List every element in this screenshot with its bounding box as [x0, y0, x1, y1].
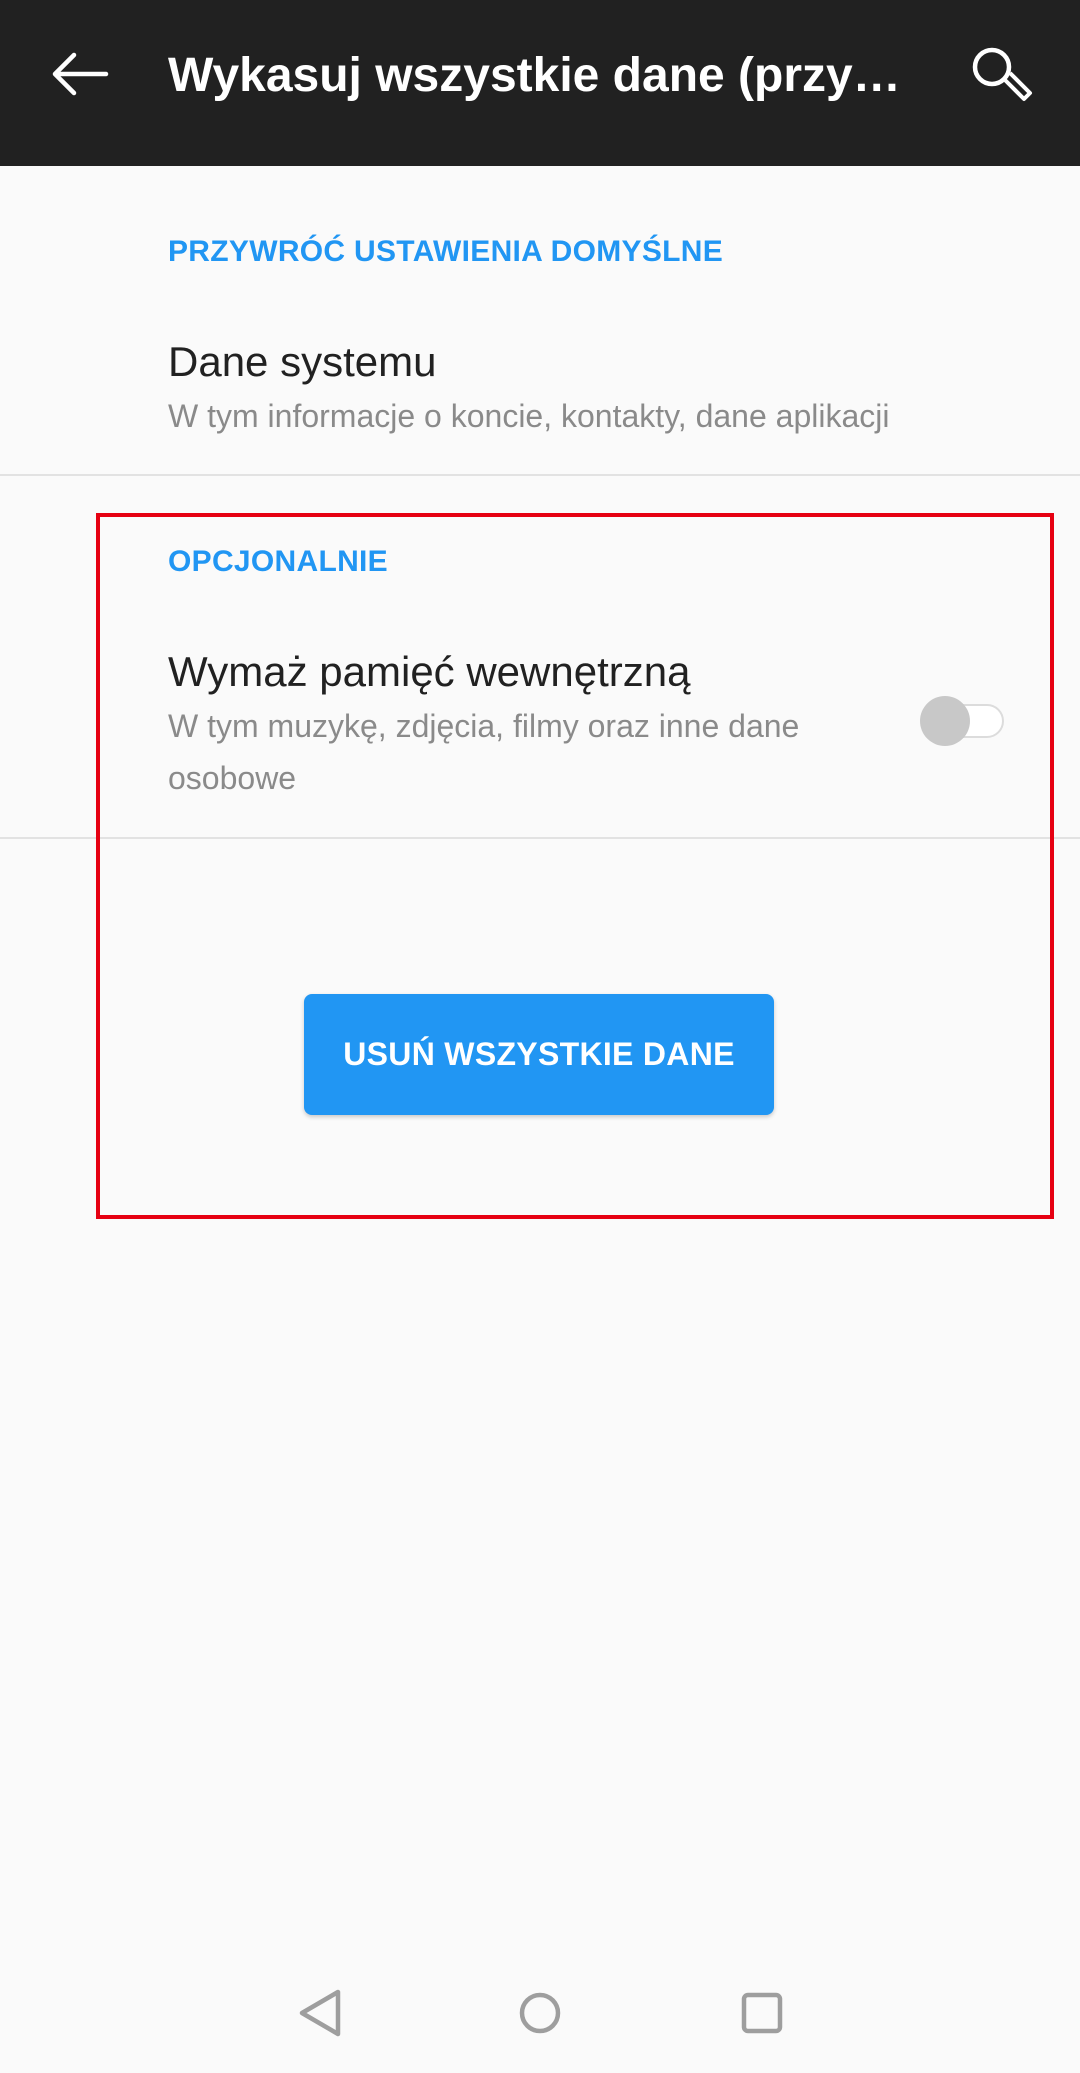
back-button[interactable] [40, 33, 120, 113]
nav-back-triangle-icon [299, 1989, 341, 2037]
search-button[interactable] [960, 36, 1040, 116]
arrow-back-icon [52, 52, 109, 96]
app-bar: Wykasuj wszystkie dane (przywróć ustawie… [0, 0, 1080, 166]
system-data-title: Dane systemu [168, 338, 437, 385]
page-title: Wykasuj wszystkie dane (przywróć ustawie… [168, 49, 918, 102]
nav-recents-button[interactable] [727, 1978, 797, 2048]
search-icon [972, 47, 1032, 101]
divider [0, 474, 1080, 476]
nav-home-button[interactable] [505, 1978, 575, 2048]
system-data-summary: W tym informacje o koncie, kontakty, dan… [168, 398, 890, 434]
nav-home-circle-icon [519, 1992, 561, 2034]
nav-back-button[interactable] [286, 1978, 356, 2048]
highlight-annotation-box [96, 513, 1054, 1219]
section-header-reset: PRZYWRÓĆ USTAWIENIA DOMYŚLNE [168, 235, 724, 268]
system-navigation-bar [0, 1950, 1080, 2073]
nav-recents-square-icon [741, 1992, 783, 2034]
